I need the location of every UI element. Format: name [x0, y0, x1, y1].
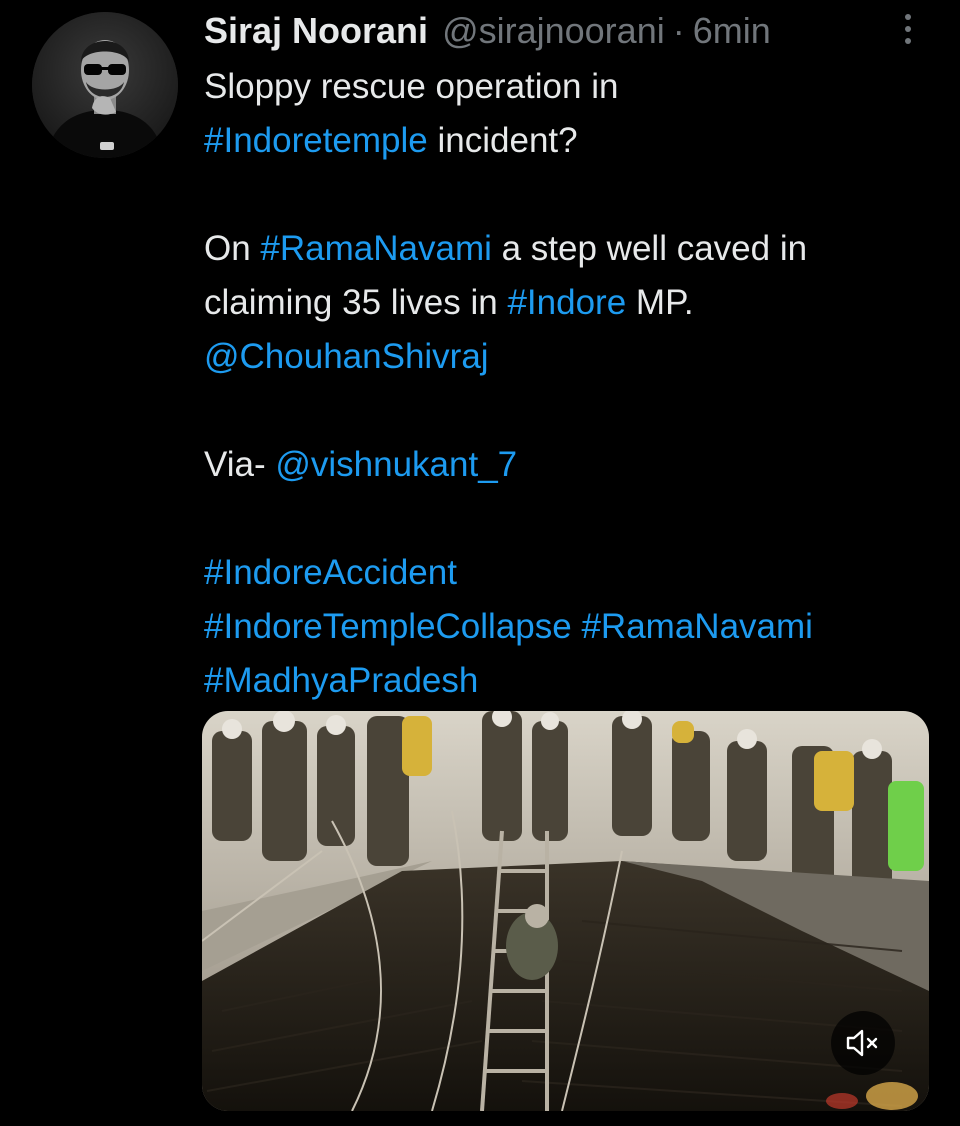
more-vertical-icon: [905, 14, 911, 20]
avatar[interactable]: [32, 12, 178, 158]
text-segment: MP.: [626, 283, 694, 322]
tweet-line: Via- @vishnukant_7: [204, 438, 934, 492]
hashtag-link[interactable]: #IndoreAccident: [204, 553, 457, 592]
tweet-line: #MadhyaPradesh: [204, 654, 934, 708]
text-segment: [572, 607, 582, 646]
tweet-line: #IndoreTempleCollapse #RamaNavami: [204, 600, 934, 654]
text-segment: On: [204, 229, 261, 268]
volume-muted-icon: [846, 1029, 878, 1057]
tweet-line: On #RamaNavami a step well caved in: [204, 222, 934, 276]
tweet-text: Sloppy rescue operation in #Indoretemple…: [204, 60, 934, 708]
author-display-name[interactable]: Siraj Noorani: [204, 10, 428, 52]
hashtag-link[interactable]: #MadhyaPradesh: [204, 661, 478, 700]
mention-link[interactable]: @vishnukant_7: [275, 445, 517, 484]
video-frame: [202, 711, 929, 1111]
hashtag-link[interactable]: #Indore: [507, 283, 626, 322]
tweet-line: claiming 35 lives in #Indore MP.: [204, 276, 934, 330]
tweet-line: #Indoretemple incident?: [204, 114, 934, 168]
text-segment: a step well caved in: [491, 229, 808, 268]
tweet-line: #IndoreAccident: [204, 546, 934, 600]
text-segment: incident?: [427, 121, 578, 160]
mute-toggle-button[interactable]: [831, 1011, 895, 1075]
header-separator: ·: [672, 10, 685, 51]
mention-link[interactable]: @ChouhanShivraj: [204, 337, 489, 376]
more-options-button[interactable]: [888, 6, 928, 52]
text-segment: Sloppy rescue operation in: [204, 67, 619, 106]
hashtag-link[interactable]: #IndoreTempleCollapse: [204, 607, 572, 646]
tweet-header: Siraj Noorani @sirajnoorani · 6min: [204, 8, 771, 54]
more-vertical-icon-dot: [905, 38, 911, 44]
text-segment: claiming 35 lives in: [204, 283, 508, 322]
more-vertical-icon-dot: [905, 26, 911, 32]
hashtag-link[interactable]: #Indoretemple: [204, 121, 428, 160]
tweet-timestamp[interactable]: 6min: [693, 10, 771, 52]
hashtag-link[interactable]: #RamaNavami: [260, 229, 491, 268]
hashtag-link[interactable]: #RamaNavami: [581, 607, 812, 646]
author-handle[interactable]: @sirajnoorani: [442, 10, 665, 52]
tweet-line: @ChouhanShivraj: [204, 330, 934, 384]
text-segment: Via-: [204, 445, 276, 484]
video-player[interactable]: [202, 711, 929, 1111]
tweet-line: Sloppy rescue operation in: [204, 60, 934, 114]
tweet[interactable]: Siraj Noorani @sirajnoorani · 6min Slopp…: [0, 0, 960, 1126]
